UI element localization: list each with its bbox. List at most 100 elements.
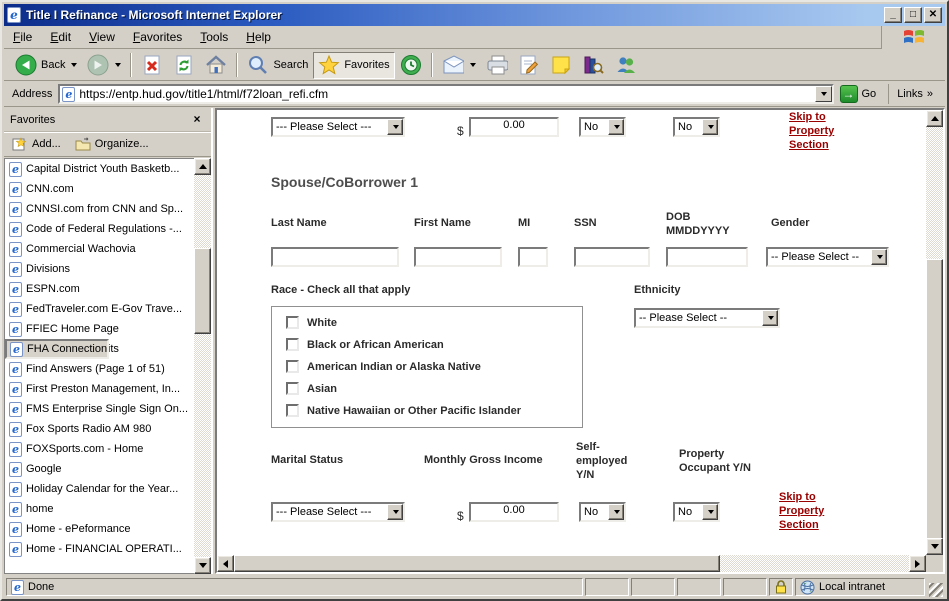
sidebar-scrollbar[interactable] xyxy=(194,158,211,574)
race-option-asian[interactable]: Asian xyxy=(286,382,337,395)
favorite-item[interactable]: eFOXSports.com - Home xyxy=(5,439,194,459)
favorite-item[interactable]: eCode of Federal Regulations -... xyxy=(5,219,194,239)
edit-button[interactable] xyxy=(513,52,545,79)
property-occupant-select-spouse[interactable]: No xyxy=(673,502,720,522)
skip-to-property-section-link[interactable]: Skip to Property Section xyxy=(789,110,851,152)
race-option-native-hawaiian[interactable]: Native Hawaiian or Other Pacific Islande… xyxy=(286,404,521,417)
dob-input[interactable] xyxy=(666,247,748,267)
scroll-left-button[interactable] xyxy=(217,555,234,572)
add-favorite-button[interactable]: Add... xyxy=(12,137,61,151)
favorite-item[interactable]: eHome - ePeformance xyxy=(5,519,194,539)
close-sidebar-icon[interactable]: × xyxy=(189,113,205,127)
ethnicity-select[interactable]: -- Please Select -- xyxy=(634,308,780,328)
favorite-item[interactable]: eCNN.com xyxy=(5,179,194,199)
content-vertical-scrollbar[interactable] xyxy=(926,110,943,555)
checkbox-icon[interactable] xyxy=(286,404,299,417)
mail-dropdown-icon[interactable] xyxy=(470,63,476,67)
back-icon xyxy=(15,54,37,76)
self-employed-select-spouse[interactable]: No xyxy=(579,502,626,522)
menu-bar: File Edit View Favorites Tools Help xyxy=(4,26,945,49)
organize-favorites-button[interactable]: Organize... xyxy=(75,137,149,151)
ie-page-icon: e xyxy=(10,342,23,357)
checkbox-icon[interactable] xyxy=(286,316,299,329)
maximize-button[interactable]: □ xyxy=(904,7,922,23)
scroll-track[interactable] xyxy=(194,175,211,557)
self-employed-select-borrower[interactable]: No xyxy=(579,117,626,137)
notes-button[interactable] xyxy=(545,52,577,79)
favorite-item[interactable]: eESPN.com xyxy=(5,279,194,299)
scroll-thumb[interactable] xyxy=(194,248,211,334)
monthly-income-input-spouse[interactable]: 0.00 xyxy=(469,502,559,522)
race-option-black[interactable]: Black or African American xyxy=(286,338,444,351)
favorites-button[interactable]: Favorites xyxy=(313,52,394,79)
search-button[interactable]: Search xyxy=(242,52,313,79)
messenger-button[interactable] xyxy=(609,52,641,79)
menu-edit[interactable]: Edit xyxy=(41,27,80,47)
scroll-up-button[interactable] xyxy=(926,110,943,127)
home-button[interactable] xyxy=(200,52,232,79)
mi-input[interactable] xyxy=(518,247,548,267)
ssn-input[interactable] xyxy=(574,247,650,267)
favorite-item[interactable]: eFMS Enterprise Single Sign On... xyxy=(5,399,194,419)
favorite-item[interactable]: eDivisions xyxy=(5,259,194,279)
menu-view[interactable]: View xyxy=(80,27,124,47)
mail-button[interactable] xyxy=(437,52,481,79)
favorite-item[interactable]: eCNNSI.com from CNN and Sp... xyxy=(5,199,194,219)
checkbox-icon[interactable] xyxy=(286,338,299,351)
page-content-frame: --- Please Select --- $ 0.00 No No Skip … xyxy=(215,108,945,574)
favorite-item[interactable]: eHoliday Calendar for the Year... xyxy=(5,479,194,499)
stop-button[interactable] xyxy=(136,52,168,79)
checkbox-icon[interactable] xyxy=(286,382,299,395)
marital-status-select-borrower[interactable]: --- Please Select --- xyxy=(271,117,405,137)
select-arrow-icon xyxy=(762,310,778,326)
go-button[interactable]: → Go xyxy=(838,84,883,104)
menu-file[interactable]: File xyxy=(4,27,41,47)
forward-dropdown-icon[interactable] xyxy=(115,63,121,67)
favorite-item[interactable]: eCapital District Youth Basketb... xyxy=(5,159,194,179)
address-input[interactable]: e https://entp.hud.gov/title1/html/f72lo… xyxy=(58,84,833,104)
links-button[interactable]: Links » xyxy=(888,84,941,104)
skip-to-property-section-link[interactable]: Skip to Property Section xyxy=(779,490,841,532)
back-button[interactable]: Back xyxy=(10,52,82,79)
scroll-thumb[interactable] xyxy=(926,259,943,542)
resize-grip[interactable] xyxy=(929,583,943,597)
minimize-button[interactable]: _ xyxy=(884,7,902,23)
scroll-right-button[interactable] xyxy=(909,555,926,572)
race-option-white[interactable]: White xyxy=(286,316,337,329)
favorite-item[interactable]: eHome - FINANCIAL OPERATI... xyxy=(5,539,194,559)
history-button[interactable] xyxy=(395,52,427,79)
refresh-button[interactable] xyxy=(168,52,200,79)
scroll-thumb[interactable] xyxy=(234,555,720,572)
scroll-up-button[interactable] xyxy=(194,158,211,175)
menu-help[interactable]: Help xyxy=(237,27,280,47)
favorite-item[interactable]: eFirst Preston Management, In... xyxy=(5,379,194,399)
address-dropdown-button[interactable] xyxy=(815,86,832,102)
favorite-item[interactable]: eFox Sports Radio AM 980 xyxy=(5,419,194,439)
race-option-american-indian[interactable]: American Indian or Alaska Native xyxy=(286,360,481,373)
marital-status-select-spouse[interactable]: --- Please Select --- xyxy=(271,502,405,522)
favorite-item[interactable]: eFFIEC Home Page xyxy=(5,319,194,339)
menu-favorites[interactable]: Favorites xyxy=(124,27,191,47)
zone-text: Local intranet xyxy=(819,581,885,593)
favorite-item[interactable]: eCommercial Wachovia xyxy=(5,239,194,259)
forward-button[interactable] xyxy=(82,52,126,79)
property-occupant-select-borrower[interactable]: No xyxy=(673,117,720,137)
first-name-input[interactable] xyxy=(414,247,502,267)
last-name-input[interactable] xyxy=(271,247,399,267)
content-horizontal-scrollbar[interactable] xyxy=(217,555,926,572)
favorite-item[interactable]: ehome xyxy=(5,499,194,519)
menu-tools[interactable]: Tools xyxy=(191,27,237,47)
favorite-item[interactable]: eFind Answers (Page 1 of 51) xyxy=(5,359,194,379)
back-dropdown-icon[interactable] xyxy=(71,63,77,67)
favorite-item[interactable]: eFedTraveler.com E-Gov Trave... xyxy=(5,299,194,319)
print-button[interactable] xyxy=(481,52,513,79)
monthly-income-input-borrower[interactable]: 0.00 xyxy=(469,117,559,137)
checkbox-icon[interactable] xyxy=(286,360,299,373)
close-button[interactable]: ✕ xyxy=(924,7,942,23)
research-button[interactable] xyxy=(577,52,609,79)
scroll-down-button[interactable] xyxy=(926,538,943,555)
scroll-down-button[interactable] xyxy=(194,557,211,574)
favorite-item-selected[interactable]: eFHA Connection xyxy=(5,339,109,359)
favorite-item[interactable]: eGoogle xyxy=(5,459,194,479)
gender-select[interactable]: -- Please Select -- xyxy=(766,247,889,267)
